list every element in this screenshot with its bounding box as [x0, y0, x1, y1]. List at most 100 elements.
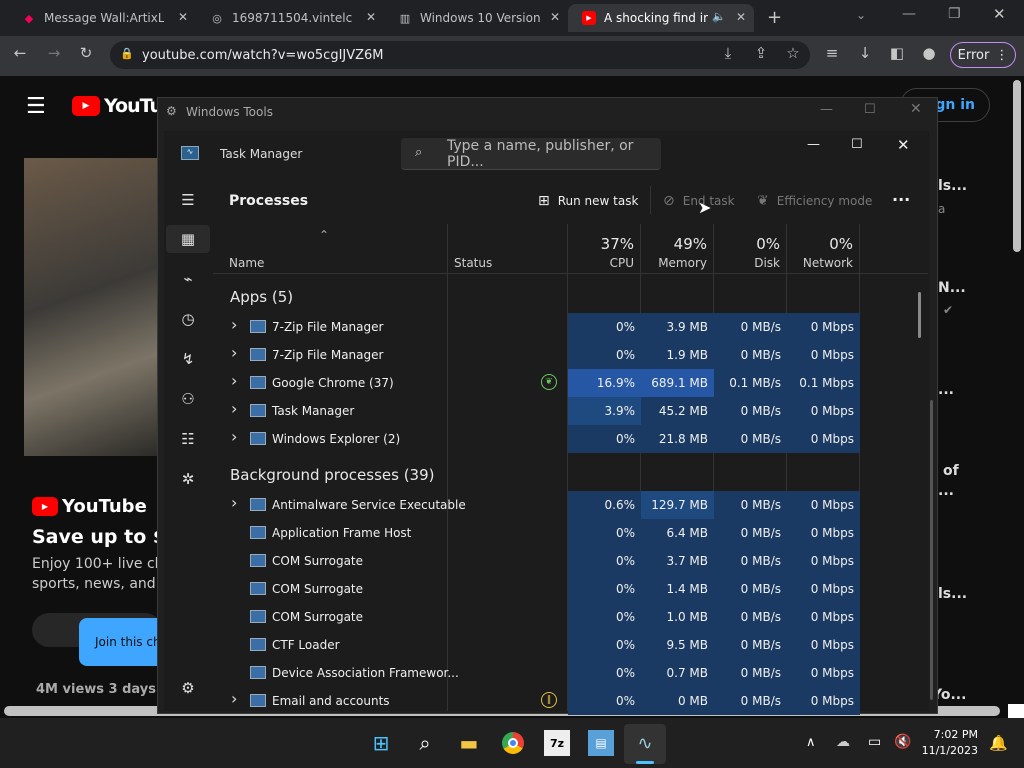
list-scrollbar-thumb[interactable] — [918, 292, 921, 338]
process-row[interactable]: › 7-Zip File Manager 0% 3.9 MB 0 MB/s 0 Mbps — [213, 313, 928, 341]
more-options-icon[interactable]: ··· — [892, 190, 910, 209]
speaker-icon[interactable]: 🔈 — [712, 10, 726, 23]
process-row[interactable]: COM Surrogate 0% 1.4 MB 0 MB/s 0 Mbps — [213, 575, 928, 603]
clock-date[interactable]: 11/1/2023 — [920, 744, 978, 757]
close-tab-icon[interactable]: ✕ — [178, 10, 188, 24]
processes-nav-icon[interactable]: ▦ — [166, 225, 210, 253]
process-row[interactable]: CTF Loader 0% 9.5 MB 0 MB/s 0 Mbps — [213, 631, 928, 659]
task-manager-taskbar-icon[interactable]: ∿ — [632, 730, 658, 756]
browser-tab[interactable]: ▥ Windows 10 Version 1 ✕ — [384, 4, 568, 32]
reload-icon[interactable]: ↻ — [76, 44, 96, 62]
file-explorer-icon[interactable]: ▬ — [456, 730, 482, 756]
minimize-icon[interactable]: — — [902, 6, 916, 22]
profile-icon[interactable]: ● — [919, 44, 939, 62]
process-row[interactable]: › Task Manager 3.9% 45.2 MB 0 MB/s 0 Mbps — [213, 397, 928, 425]
efficiency-mode-button[interactable]: ❦ Efficiency mode — [757, 190, 872, 212]
related-video-title[interactable]: ls... — [938, 178, 967, 194]
search-input[interactable]: ⌕ Type a name, publisher, or PID... — [401, 138, 661, 170]
related-video-title[interactable]: N... — [938, 280, 966, 296]
join-channel-button[interactable]: Join this ch — [79, 618, 159, 666]
minimize-icon[interactable]: — — [807, 137, 820, 152]
close-icon[interactable]: ✕ — [897, 136, 910, 154]
related-video-title[interactable]: of — [943, 463, 959, 479]
hamburger-menu-icon[interactable]: ☰ — [164, 186, 212, 214]
page-scrollbar[interactable] — [1013, 80, 1021, 252]
bookmark-star-icon[interactable]: ☆ — [783, 44, 803, 62]
close-tab-icon[interactable]: ✕ — [550, 10, 560, 24]
expand-chevron-icon[interactable]: › — [231, 427, 237, 446]
expand-chevron-icon[interactable]: › — [231, 689, 237, 708]
network-icon[interactable]: ▭ — [868, 734, 881, 750]
process-row[interactable]: › Antimalware Service Executable 0.6% 129.7… — [213, 491, 928, 519]
browser-tab[interactable]: ◆ Message Wall:ArtixLinu ✕ — [8, 4, 196, 32]
startup-apps-nav-icon[interactable]: ↯ — [164, 345, 212, 373]
browser-tab-active[interactable]: ▶ A shocking find in 🔈 ✕ — [568, 4, 754, 32]
process-row[interactable]: Application Frame Host 0% 6.4 MB 0 MB/s 0 Mb… — [213, 519, 928, 547]
column-disk[interactable]: Disk — [715, 256, 780, 270]
browser-tab[interactable]: ◎ 1698711504.vintelcom ✕ — [196, 4, 384, 32]
process-row[interactable]: › Windows Explorer (2) 0% 21.8 MB 0 MB/s 0 Mb… — [213, 425, 928, 453]
share-icon[interactable]: ⇪ — [751, 44, 771, 62]
expand-chevron-icon[interactable]: › — [231, 493, 237, 512]
column-network[interactable]: Network — [788, 256, 853, 270]
close-icon[interactable]: ✕ — [993, 5, 1006, 23]
hamburger-menu-icon[interactable]: ☰ — [26, 94, 46, 119]
chevron-down-icon[interactable]: ⌄ — [856, 8, 866, 22]
media-queue-icon[interactable]: ≡ — [822, 44, 842, 62]
column-name[interactable]: Name — [229, 256, 264, 270]
back-arrow-icon[interactable]: ← — [10, 44, 30, 62]
expand-chevron-icon[interactable]: › — [231, 315, 237, 334]
process-net-value: 0 Mbps — [787, 575, 860, 603]
7zip-icon[interactable]: 7z — [544, 730, 570, 756]
close-icon[interactable]: ✕ — [910, 101, 922, 117]
services-nav-icon[interactable]: ✲ — [164, 465, 212, 493]
expand-chevron-icon[interactable]: › — [231, 343, 237, 362]
related-video-title[interactable]: ls... — [938, 586, 967, 602]
install-icon[interactable]: ⤓ — [718, 44, 738, 62]
minimize-icon[interactable]: — — [820, 102, 833, 117]
clock-time[interactable]: 7:02 PM — [920, 728, 978, 741]
process-row[interactable]: Device Association Framewor... 0% 0.7 MB 0 … — [213, 659, 928, 687]
restore-icon[interactable]: ❐ — [948, 6, 961, 22]
forward-arrow-icon[interactable]: → — [44, 44, 64, 62]
control-panel-icon[interactable]: ▤ — [588, 730, 614, 756]
column-cpu[interactable]: CPU — [570, 256, 634, 270]
performance-nav-icon[interactable]: ⌁ — [164, 265, 212, 293]
app-history-nav-icon[interactable]: ◷ — [164, 305, 212, 333]
notification-bell-icon[interactable]: 🔔 — [989, 734, 1008, 752]
expand-chevron-icon[interactable]: › — [231, 371, 237, 390]
chrome-icon[interactable] — [500, 730, 526, 756]
related-video-title[interactable]: ... — [938, 483, 954, 499]
cloud-offline-icon[interactable]: ☁ — [836, 734, 850, 750]
close-tab-icon[interactable]: ✕ — [366, 10, 376, 24]
address-bar[interactable]: 🔒 youtube.com/watch?v=wo5cgIJVZ6M — [110, 41, 810, 69]
settings-gear-icon[interactable]: ⚙ — [164, 674, 212, 702]
volume-muted-icon[interactable]: 🔇 — [894, 734, 911, 750]
close-tab-icon[interactable]: ✕ — [736, 10, 746, 24]
search-icon[interactable]: ⌕ — [412, 730, 438, 756]
chevron-up-icon[interactable]: ∧ — [806, 735, 816, 750]
process-disk-value: 0 MB/s — [714, 547, 787, 575]
process-row[interactable]: › 7-Zip File Manager 0% 1.9 MB 0 MB/s 0 Mbps — [213, 341, 928, 369]
maximize-icon[interactable]: ☐ — [864, 102, 876, 117]
new-tab-icon[interactable]: + — [767, 7, 782, 28]
maximize-icon[interactable]: ☐ — [851, 137, 863, 152]
related-video-title[interactable]: ... — [938, 382, 954, 398]
side-panel-icon[interactable]: ◧ — [887, 44, 907, 62]
expand-chevron-icon[interactable]: › — [231, 399, 237, 418]
process-row[interactable]: COM Surrogate 0% 1.0 MB 0 MB/s 0 Mbps — [213, 603, 928, 631]
profile-error-button[interactable]: Error ⋮ — [950, 42, 1016, 68]
process-row[interactable]: › Email and accounts ‖ 0% 0 MB 0 MB/s 0 Mbps — [213, 687, 928, 715]
process-row[interactable]: COM Surrogate 0% 3.7 MB 0 MB/s 0 Mbps — [213, 547, 928, 575]
column-memory[interactable]: Memory — [642, 256, 707, 270]
process-row[interactable]: › Google Chrome (37) ❦ 16.9% 689.1 MB 0.1 MB/… — [213, 369, 928, 397]
column-status[interactable]: Status — [454, 256, 492, 270]
start-windows-icon[interactable]: ⊞ — [368, 730, 394, 756]
users-nav-icon[interactable]: ⚇ — [164, 385, 212, 413]
ad-thumbnail-image[interactable] — [24, 158, 164, 456]
process-cpu-value: 0% — [568, 631, 641, 659]
download-icon[interactable]: ↓ — [855, 44, 875, 62]
details-nav-icon[interactable]: ☷ — [164, 425, 212, 453]
outer-scrollbar[interactable] — [930, 400, 933, 700]
run-new-task-button[interactable]: ⊞ Run new task — [538, 190, 638, 212]
